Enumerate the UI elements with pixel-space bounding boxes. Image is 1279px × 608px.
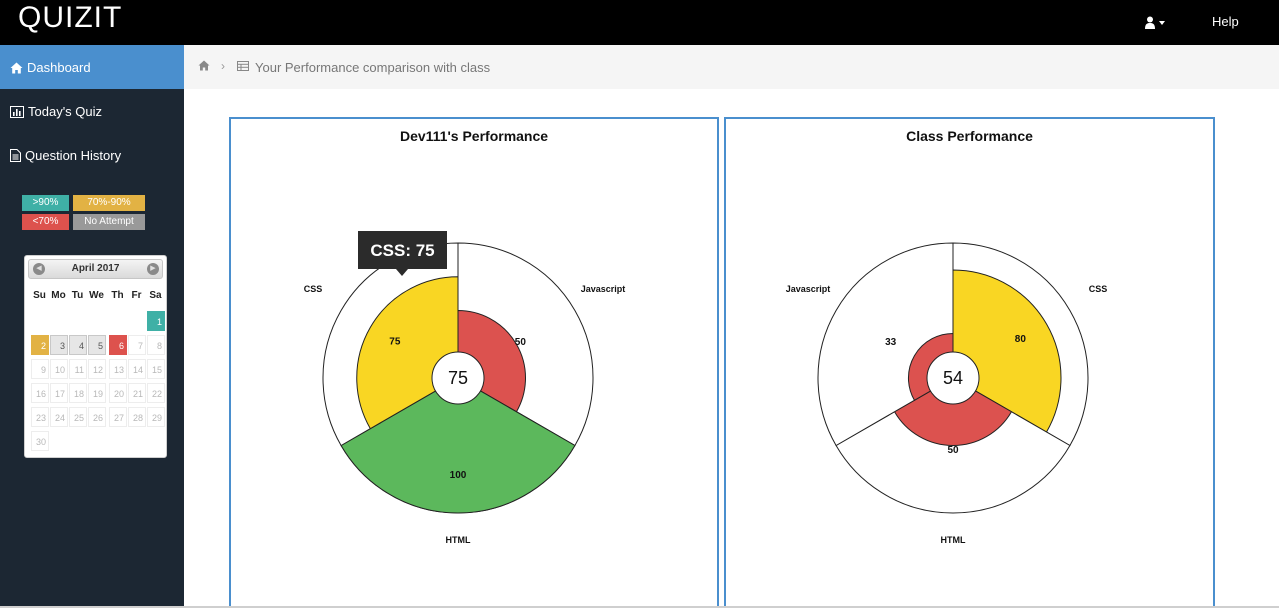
class-performance-chart: 80 CSS 50 HTML 33 Javascript 54 [786, 242, 1108, 545]
calendar-header: ◀ April 2017 ▶ [28, 259, 163, 279]
table-icon [237, 61, 249, 71]
chart-value-label: 50 [947, 445, 959, 456]
chart-center-value: 54 [943, 368, 963, 388]
calendar-day[interactable]: 21 [128, 383, 146, 403]
sidebar-item-todays-quiz[interactable]: Today's Quiz [0, 89, 184, 133]
student-performance-panel: 50 Javascript 100 HTML 75 CSS 75 CSS: 75 Dev111… [229, 117, 719, 608]
chart-tooltip-text: CSS: 75 [370, 241, 434, 260]
sidebar-item-label: Today's Quiz [28, 104, 103, 119]
calendar-day[interactable]: 12 [88, 359, 106, 379]
home-icon[interactable] [198, 60, 210, 71]
calendar-day[interactable]: 13 [109, 359, 127, 379]
sidebar-item-label: Dashboard [27, 60, 91, 75]
chart-value-label: 33 [885, 337, 897, 348]
chart-value-label: 100 [450, 470, 467, 481]
chart-value-label: 75 [389, 337, 401, 348]
student-performance-chart: 50 Javascript 100 HTML 75 CSS 75 CSS: 75 [304, 231, 626, 545]
chart-value-label: 80 [1015, 334, 1027, 345]
calendar-day[interactable]: 2 [31, 335, 49, 355]
chart-title: Dev111's Performance [399, 128, 549, 144]
calendar-month-title: April 2017 [71, 263, 120, 274]
app-logo[interactable]: QUIZIT [18, 1, 122, 35]
chart-value-label: 50 [515, 337, 527, 348]
calendar-day[interactable]: 18 [69, 383, 87, 403]
calendar-day[interactable]: 10 [50, 359, 68, 379]
home-icon [10, 62, 23, 74]
calendar-weekday: Th [111, 290, 124, 301]
chart-title: Class Performance [906, 128, 1033, 144]
calendar-widget: ◀ April 2017 ▶ Su Mo Tu We Th Fr Sa 1 2 3 4 5 6 7 8 9 10… [24, 255, 167, 458]
calendar-day[interactable]: 5 [88, 335, 106, 355]
calendar-day[interactable]: 28 [128, 407, 146, 427]
calendar-day[interactable]: 4 [69, 335, 87, 355]
calendar-day[interactable]: 6 [109, 335, 127, 355]
class-performance-panel: 80 CSS 50 HTML 33 Javascript 54 Class Performa… [724, 117, 1215, 608]
calendar-day[interactable]: 15 [147, 359, 165, 379]
calendar-day[interactable]: 7 [128, 335, 146, 355]
breadcrumb-current: Your Performance comparison with class [255, 60, 491, 75]
legend-no-attempt: No Attempt [73, 214, 145, 230]
legend-70-90: 70%-90% [73, 195, 145, 211]
chart-category-label: HTML [446, 535, 471, 545]
chart-category-label: HTML [941, 535, 966, 545]
calendar-day[interactable]: 8 [147, 335, 165, 355]
chart-category-label: CSS [304, 284, 323, 294]
user-menu-button[interactable] [1144, 14, 1165, 30]
breadcrumb: › Your Performance comparison with class [184, 45, 1279, 89]
sidebar-item-label: Question History [25, 148, 122, 163]
calendar-weekday: Su [33, 290, 46, 301]
user-icon [1145, 16, 1155, 30]
legend-below-70: <70% [22, 214, 69, 230]
calendar-day[interactable]: 14 [128, 359, 146, 379]
calendar-day[interactable]: 11 [69, 359, 87, 379]
calendar-day[interactable]: 19 [88, 383, 106, 403]
next-month-icon[interactable]: ▶ [147, 263, 159, 275]
calendar-weekday: Tu [71, 290, 84, 301]
calendar-day[interactable]: 27 [109, 407, 127, 427]
calendar-day[interactable]: 29 [147, 407, 165, 427]
calendar-day[interactable]: 26 [88, 407, 106, 427]
calendar-weekday: Sa [149, 290, 162, 301]
calendar-day[interactable]: 9 [31, 359, 49, 379]
chevron-down-icon [1159, 20, 1165, 25]
top-navbar: QUIZIT Help [0, 0, 1279, 45]
calendar-day[interactable]: 22 [147, 383, 165, 403]
calendar-day[interactable]: 1 [147, 311, 165, 331]
calendar-weekday: We [89, 290, 104, 301]
chart-category-label: Javascript [786, 284, 831, 294]
chart-category-label: Javascript [581, 284, 626, 294]
calendar-day[interactable]: 3 [50, 335, 68, 355]
calendar-weekday: Mo [51, 290, 66, 301]
legend-above-90: >90% [22, 195, 69, 211]
sidebar-item-question-history[interactable]: Question History [0, 133, 184, 177]
calendar-day[interactable]: 16 [31, 383, 49, 403]
calendar-day[interactable]: 20 [109, 383, 127, 403]
sidebar-item-dashboard[interactable]: Dashboard [0, 45, 184, 89]
calendar-day[interactable]: 25 [69, 407, 87, 427]
calendar-day[interactable]: 30 [31, 431, 49, 451]
bar-chart-icon [10, 106, 24, 118]
document-icon [10, 149, 21, 162]
chart-center-value: 75 [448, 368, 468, 388]
calendar-day[interactable]: 17 [50, 383, 68, 403]
calendar-weekday: Fr [131, 290, 142, 301]
breadcrumb-separator: › [221, 59, 225, 73]
help-link[interactable]: Help [1212, 14, 1239, 29]
calendar-day[interactable]: 24 [50, 407, 68, 427]
chart-category-label: CSS [1089, 284, 1108, 294]
calendar-day[interactable]: 23 [31, 407, 49, 427]
